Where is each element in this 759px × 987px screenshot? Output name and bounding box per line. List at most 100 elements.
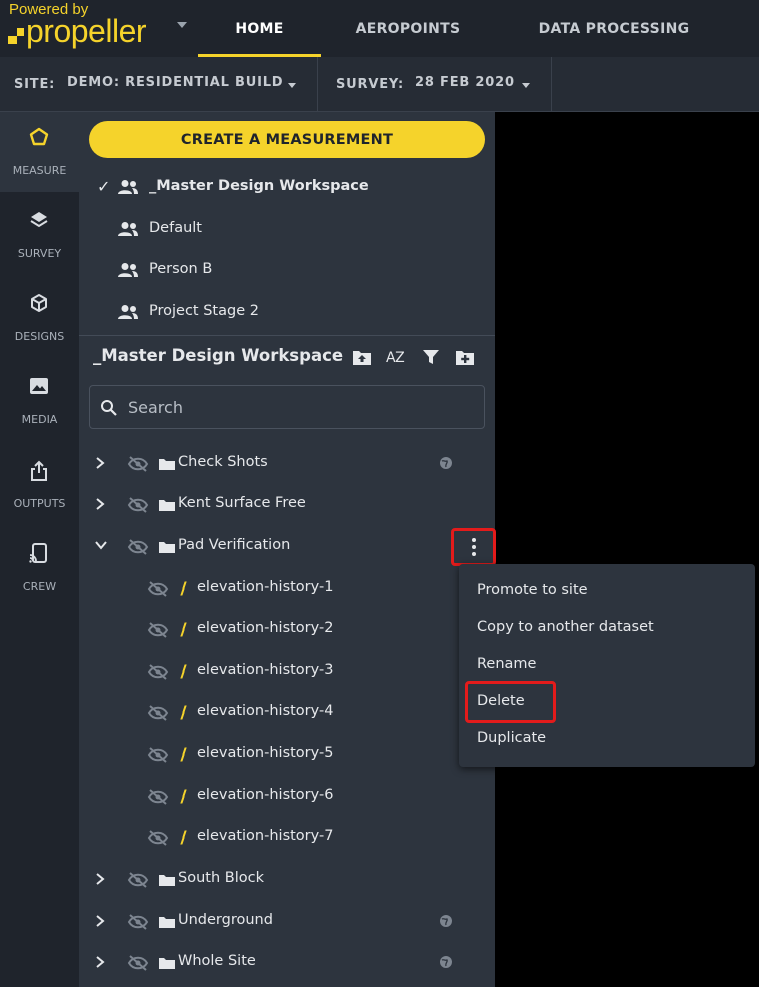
eye-off-icon[interactable] [147,622,169,638]
folder-name: Pad Verification [178,537,291,553]
site-selector[interactable]: DEMO: RESIDENTIAL BUILD [67,75,283,90]
survey-chevron-icon[interactable] [522,83,530,88]
measurement-row[interactable]: elevation-history-5 [79,734,495,776]
nav-data-processing[interactable]: DATA PROCESSING [530,0,698,57]
rail-label: SURVEY [17,247,62,260]
eye-off-icon[interactable] [127,872,149,888]
workspace-name: Person B [149,261,213,277]
eye-off-icon[interactable] [127,539,149,555]
group-icon [118,222,138,236]
eye-off-icon[interactable] [147,830,169,846]
chevron-down-icon[interactable] [94,539,108,551]
measurement-row[interactable]: elevation-history-2 [79,609,495,651]
site-label: SITE: [14,77,56,92]
divider [317,57,318,112]
menu-item-rename[interactable]: Rename [477,656,536,672]
context-menu: Promote to site Copy to another dataset … [459,564,755,767]
rail-survey[interactable]: SURVEY [0,195,79,275]
folder-row-pad-verification[interactable]: Pad Verification [79,526,495,568]
menu-item-copy-to-dataset[interactable]: Copy to another dataset [477,619,654,635]
measurement-row[interactable]: elevation-history-4 [79,692,495,734]
eye-off-icon[interactable] [147,747,169,763]
measure-panel: CREATE A MEASUREMENT ✓ _Master Design Wo… [79,112,496,987]
brand-mark: propeller [8,13,147,50]
search-field[interactable] [89,385,485,429]
image-icon [30,378,48,394]
nav-aeropoints[interactable]: AEROPOINTS [340,0,476,57]
sort-az-icon[interactable]: AZ [386,350,405,366]
more-options-icon[interactable] [471,538,477,556]
globe-icon [440,956,452,968]
workspace-title: _Master Design Workspace [93,346,344,365]
measurement-row[interactable]: elevation-history-3 [79,651,495,693]
rail-label: CREW [22,580,57,593]
chevron-right-icon[interactable] [94,456,106,470]
rail-label: DESIGNS [14,330,65,343]
eye-off-icon[interactable] [127,497,149,513]
elevation-marker-icon [180,830,187,845]
globe-icon [440,915,452,927]
export-icon [31,460,47,481]
folder-row-whole-site[interactable]: Whole Site [79,942,495,984]
site-survey-bar: SITE: DEMO: RESIDENTIAL BUILD SURVEY: 28… [0,57,759,112]
survey-label: SURVEY: [336,77,404,92]
rail-label: MEDIA [21,413,58,426]
site-chevron-icon[interactable] [288,83,296,88]
eye-off-icon[interactable] [127,955,149,971]
survey-selector[interactable]: 28 FEB 2020 [415,75,515,90]
measurement-name: elevation-history-1 [197,579,334,595]
propeller-mark-icon [8,27,24,44]
rail-measure[interactable]: MEASURE [0,112,79,192]
menu-item-duplicate[interactable]: Duplicate [477,730,546,746]
eye-off-icon[interactable] [147,789,169,805]
measurement-row[interactable]: elevation-history-7 [79,817,495,859]
elevation-marker-icon [180,789,187,804]
folder-name: Kent Surface Free [178,495,306,511]
eye-off-icon[interactable] [147,705,169,721]
cube-icon [31,294,47,312]
left-rail: MEASURE SURVEY DESIGNS MEDIA OUTPUTS CRE… [0,112,79,987]
workspace-item[interactable]: Default [79,209,495,249]
measurement-name: elevation-history-2 [197,620,334,636]
folder-row-south-block[interactable]: South Block [79,859,495,901]
eye-off-icon[interactable] [147,664,169,680]
rail-designs[interactable]: DESIGNS [0,278,79,358]
workspace-name: _Master Design Workspace [149,178,369,194]
folder-row-kent-surface-free[interactable]: Kent Surface Free [79,484,495,526]
chevron-right-icon[interactable] [94,872,106,886]
measurement-row[interactable]: elevation-history-6 [79,776,495,818]
workspace-name: Project Stage 2 [149,303,259,319]
measurement-name: elevation-history-4 [197,703,334,719]
folder-row-underground[interactable]: Underground [79,901,495,943]
rail-crew[interactable]: CREW [0,528,79,608]
folder-upload-icon[interactable] [352,348,372,366]
create-measurement-button[interactable]: CREATE A MEASUREMENT [89,121,485,158]
folder-row-check-shots[interactable]: Check Shots [79,443,495,485]
measurement-row[interactable]: elevation-history-1 [79,568,495,610]
nav-home[interactable]: HOME [198,0,321,57]
chevron-right-icon[interactable] [94,955,106,969]
eye-off-icon[interactable] [127,914,149,930]
propeller-logo[interactable]: Powered by propeller [8,0,188,57]
chevron-down-icon[interactable] [177,22,187,28]
folder-name: Underground [178,912,273,928]
check-icon: ✓ [97,177,111,196]
eye-off-icon[interactable] [127,456,149,472]
chevron-right-icon[interactable] [94,914,106,928]
measurement-name: elevation-history-6 [197,787,334,803]
rail-media[interactable]: MEDIA [0,361,79,441]
workspace-item[interactable]: ✓ _Master Design Workspace [79,167,495,207]
layers-icon [30,212,48,228]
rail-outputs[interactable]: OUTPUTS [0,445,79,525]
eye-off-icon[interactable] [147,581,169,597]
filter-icon[interactable] [422,348,440,366]
group-icon [118,305,138,319]
chevron-right-icon[interactable] [94,497,106,511]
cast-icon [29,543,47,563]
add-folder-icon[interactable] [455,348,475,366]
workspace-item[interactable]: Project Stage 2 [79,292,495,332]
search-input[interactable] [128,395,468,419]
workspace-item[interactable]: Person B [79,250,495,290]
elevation-marker-icon [180,581,187,596]
menu-item-promote-to-site[interactable]: Promote to site [477,582,588,598]
